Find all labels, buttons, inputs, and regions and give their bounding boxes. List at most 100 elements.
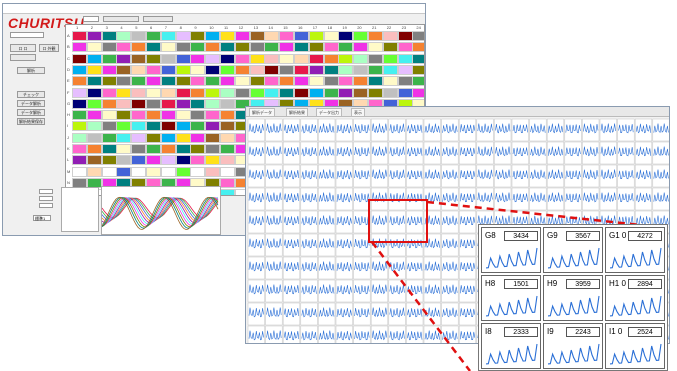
plate-well[interactable] [146, 53, 161, 64]
plate-well[interactable] [101, 31, 117, 41]
trace-thumbnail[interactable] [370, 210, 389, 234]
plate-well[interactable] [116, 31, 132, 41]
plate-well[interactable] [220, 189, 235, 195]
plate-well[interactable] [412, 76, 424, 87]
plate-well[interactable] [338, 53, 354, 64]
plate-well[interactable] [397, 87, 413, 98]
trace-thumbnail[interactable] [370, 302, 389, 326]
plate-well[interactable] [220, 110, 235, 121]
plate-well[interactable] [175, 64, 191, 75]
plate-well[interactable] [86, 166, 102, 177]
plate-well[interactable] [368, 53, 383, 64]
plate-well[interactable] [220, 98, 235, 109]
plate-well[interactable] [175, 166, 191, 177]
plate-well[interactable] [353, 76, 369, 87]
trace-thumbnail[interactable] [494, 141, 512, 165]
plate-well[interactable] [146, 110, 161, 121]
plate-well[interactable] [160, 121, 176, 132]
plate-well[interactable] [146, 132, 161, 143]
plate-well[interactable] [220, 177, 235, 188]
plate-well[interactable] [234, 76, 250, 87]
plate-well[interactable] [175, 98, 191, 109]
save-results-button[interactable]: 解析結果保存 [17, 118, 45, 125]
plate-well[interactable] [146, 31, 161, 41]
plate-well[interactable] [353, 87, 369, 98]
plate-well[interactable] [190, 121, 206, 132]
plate-well[interactable] [116, 144, 132, 154]
plate-well[interactable] [382, 31, 398, 41]
plate-well[interactable] [205, 155, 221, 166]
plate-well[interactable] [160, 155, 176, 166]
toolbar-button-2[interactable] [143, 16, 173, 22]
plate-well[interactable] [101, 64, 117, 75]
plate-well[interactable] [205, 87, 221, 98]
zoom-well-cell[interactable]: G8 3434 [481, 227, 541, 273]
plate-well[interactable] [101, 53, 117, 64]
plate-well[interactable] [160, 64, 176, 75]
plate-well[interactable] [308, 87, 324, 98]
plate-well[interactable] [116, 42, 132, 53]
plate-well[interactable] [131, 121, 147, 132]
trace-thumbnail[interactable] [599, 187, 617, 211]
plate-well[interactable] [205, 53, 221, 64]
plate-well[interactable] [353, 64, 369, 75]
plate-well[interactable] [160, 53, 176, 64]
plate-well[interactable] [353, 53, 369, 64]
plate-well[interactable] [86, 87, 102, 98]
zoom-well-cell[interactable]: H8 1501 [481, 275, 541, 321]
plate-well[interactable] [397, 31, 413, 41]
plate-well[interactable] [308, 76, 324, 87]
plate-well[interactable] [279, 87, 295, 98]
plate-well[interactable] [101, 166, 117, 177]
plate-well[interactable] [160, 166, 176, 177]
plate-well[interactable] [279, 53, 295, 64]
plate-well[interactable] [175, 132, 191, 143]
plate-well[interactable] [308, 42, 324, 53]
trace-thumbnail[interactable] [476, 141, 494, 165]
trace-thumbnail[interactable] [370, 256, 389, 280]
plate-well[interactable] [160, 110, 176, 121]
plate-well[interactable] [72, 132, 87, 143]
plate-well[interactable] [190, 87, 206, 98]
plate-well[interactable] [101, 98, 117, 109]
plate-well[interactable] [160, 98, 176, 109]
plate-well[interactable] [249, 76, 265, 87]
plate-well[interactable] [72, 110, 87, 121]
plate-well[interactable] [116, 132, 132, 143]
plate-well[interactable] [323, 87, 339, 98]
plate-well[interactable] [279, 31, 295, 41]
plate-well[interactable] [220, 132, 235, 143]
plate-well[interactable] [220, 155, 235, 166]
plate-well[interactable] [382, 76, 398, 87]
plate-well[interactable] [190, 64, 206, 75]
plate-well[interactable] [294, 42, 309, 53]
trace-thumbnail[interactable] [494, 164, 512, 188]
trace-thumbnail[interactable] [265, 233, 283, 257]
plate-well[interactable] [160, 132, 176, 143]
zoom-well-cell[interactable]: H9 3959 [543, 275, 603, 321]
plate-well[interactable] [72, 144, 87, 154]
plate-well[interactable] [412, 53, 424, 64]
plate-well[interactable] [338, 31, 354, 41]
plate-well[interactable] [338, 42, 354, 53]
trace-thumbnail[interactable] [370, 187, 389, 211]
trace-thumbnail[interactable] [599, 164, 617, 188]
plate-well[interactable] [190, 42, 206, 53]
plate-well[interactable] [175, 110, 191, 121]
settings-button[interactable] [10, 54, 36, 61]
plate-well[interactable] [160, 42, 176, 53]
plate-well[interactable] [368, 64, 383, 75]
plate-well[interactable] [190, 132, 206, 143]
toolbar-field[interactable] [83, 16, 99, 22]
trace-thumbnail[interactable] [582, 141, 600, 165]
trace-thumbnail[interactable] [476, 164, 494, 188]
plate-well[interactable] [397, 76, 413, 87]
plate-well[interactable] [308, 53, 324, 64]
plate-well[interactable] [190, 53, 206, 64]
plate-well[interactable] [264, 76, 280, 87]
plate-well[interactable] [323, 31, 339, 41]
tab-results[interactable]: 解析結果 [286, 108, 308, 116]
plate-well[interactable] [72, 76, 87, 87]
plate-well[interactable] [86, 144, 102, 154]
plate-well[interactable] [190, 155, 206, 166]
